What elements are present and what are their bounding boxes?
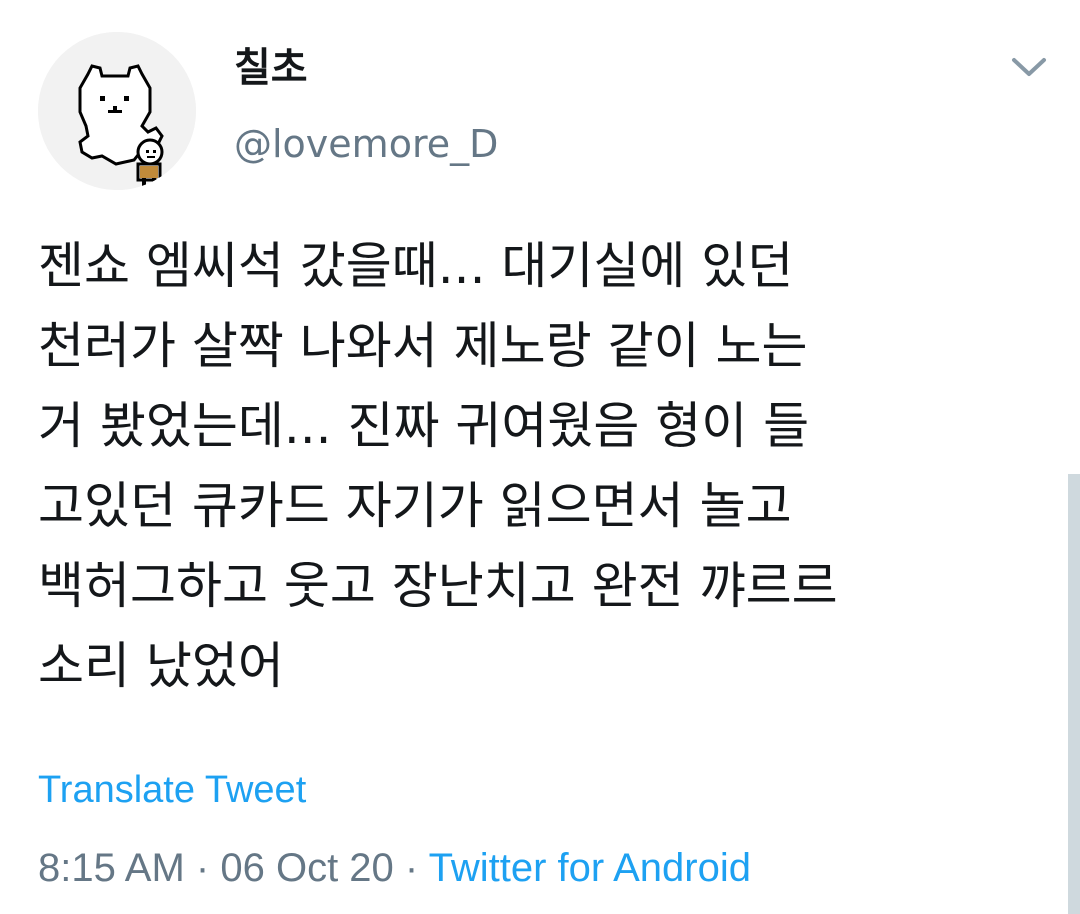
avatar[interactable] xyxy=(38,32,196,190)
tweet-metadata: 8:15 AM · 06 Oct 20 · Twitter for Androi… xyxy=(38,842,751,894)
tweet-date: 06 Oct 20 xyxy=(220,846,394,890)
scrollbar[interactable] xyxy=(1068,474,1080,914)
user-handle[interactable]: @lovemore_D xyxy=(234,120,498,168)
chevron-down-icon xyxy=(1012,58,1046,76)
meta-separator: · xyxy=(195,846,210,890)
tweet-text-line: 거 봤었는데... 진짜 귀여웠음 형이 들 xyxy=(38,397,810,455)
tweet-source-link[interactable]: Twitter for Android xyxy=(429,846,751,890)
tweet-text-line: 고있던 큐카드 자기가 읽으면서 놀고 xyxy=(38,477,792,535)
meta-separator: · xyxy=(404,846,419,890)
tweet-time: 8:15 AM xyxy=(38,846,185,890)
pixel-bear-avatar-icon xyxy=(38,32,196,190)
tweet-text-line: 젠쇼 엠씨석 갔을때... 대기실에 있던 xyxy=(38,237,794,295)
tweet-text: 젠쇼 엠씨석 갔을때... 대기실에 있던 천러가 살짝 나와서 제노랑 같이 … xyxy=(38,226,1048,706)
tweet-options-button[interactable] xyxy=(1008,50,1050,86)
tweet-text-line: 소리 났었어 xyxy=(38,637,284,695)
tweet-text-line: 천러가 살짝 나와서 제노랑 같이 노는 xyxy=(38,317,808,375)
tweet-text-line: 백허그하고 웃고 장난치고 완전 꺄르르 xyxy=(38,557,838,615)
translate-tweet-link[interactable]: Translate Tweet xyxy=(38,766,306,814)
display-name[interactable]: 칠초 xyxy=(234,44,308,92)
